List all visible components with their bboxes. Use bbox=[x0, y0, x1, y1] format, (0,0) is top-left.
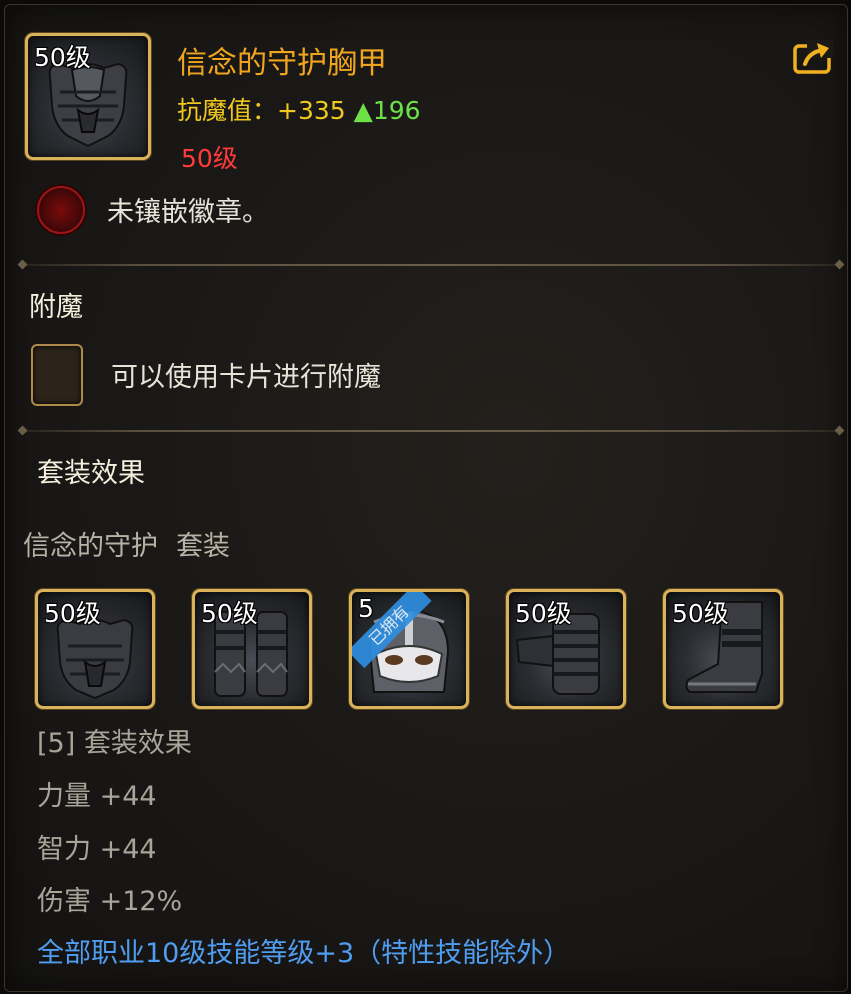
set-piece-level: 50级 bbox=[44, 599, 101, 628]
item-tooltip-panel: 50级 信念的守护胸甲 抗魔值：+335 ▲196 50级 未镶嵌徽章。 附魔 … bbox=[4, 4, 848, 992]
set-piece-gauntlet[interactable]: 50级 bbox=[506, 589, 626, 709]
section-divider bbox=[19, 430, 843, 432]
set-piece-legs[interactable]: 50级 bbox=[192, 589, 312, 709]
item-name: 信念的守护胸甲 bbox=[177, 46, 387, 81]
section-divider bbox=[19, 264, 843, 266]
item-icon-frame[interactable]: 50级 bbox=[25, 33, 151, 160]
set-piece-chest[interactable]: 50级 bbox=[35, 589, 155, 709]
enchant-heading: 附魔 bbox=[29, 292, 83, 323]
stat-increase: 196 bbox=[372, 96, 421, 125]
set-name: 信念的守护 套装 bbox=[23, 524, 230, 563]
set-effect-header: [5] 套装效果 bbox=[37, 728, 192, 759]
item-icon-level: 50级 bbox=[34, 43, 91, 72]
set-effect-line: 智力 +44 bbox=[37, 834, 157, 865]
card-slot-icon[interactable] bbox=[31, 344, 83, 406]
external-link-icon[interactable] bbox=[793, 40, 833, 74]
item-stat: 抗魔值：+335 ▲196 bbox=[177, 91, 421, 127]
set-piece-boots[interactable]: 50级 bbox=[663, 589, 783, 709]
required-level: 50级 bbox=[181, 144, 238, 173]
stat-value: +335 bbox=[277, 96, 346, 125]
set-effect-heading: 套装效果 bbox=[37, 458, 145, 489]
set-name-text: 信念的守护 bbox=[23, 531, 158, 562]
set-suffix: 套装 bbox=[176, 531, 230, 562]
stat-increase-arrow: ▲ bbox=[353, 96, 373, 125]
set-piece-level: 5 bbox=[358, 594, 374, 623]
stat-label: 抗魔值： bbox=[177, 96, 278, 125]
set-piece-level: 50级 bbox=[515, 599, 572, 628]
set-effect-line: 伤害 +12% bbox=[37, 886, 183, 917]
set-effect-line: 力量 +44 bbox=[37, 781, 157, 812]
set-piece-helmet[interactable]: 5 已拥有 bbox=[349, 589, 469, 709]
set-piece-level: 50级 bbox=[201, 599, 258, 628]
set-effect-skill-bonus: 全部职业10级技能等级+3（特性技能除外） bbox=[37, 938, 571, 969]
enchant-hint-text: 可以使用卡片进行附魔 bbox=[111, 362, 381, 393]
empty-badge-slot-icon bbox=[37, 186, 85, 234]
set-piece-level: 50级 bbox=[672, 599, 729, 628]
badge-status-text: 未镶嵌徽章。 bbox=[107, 197, 269, 228]
